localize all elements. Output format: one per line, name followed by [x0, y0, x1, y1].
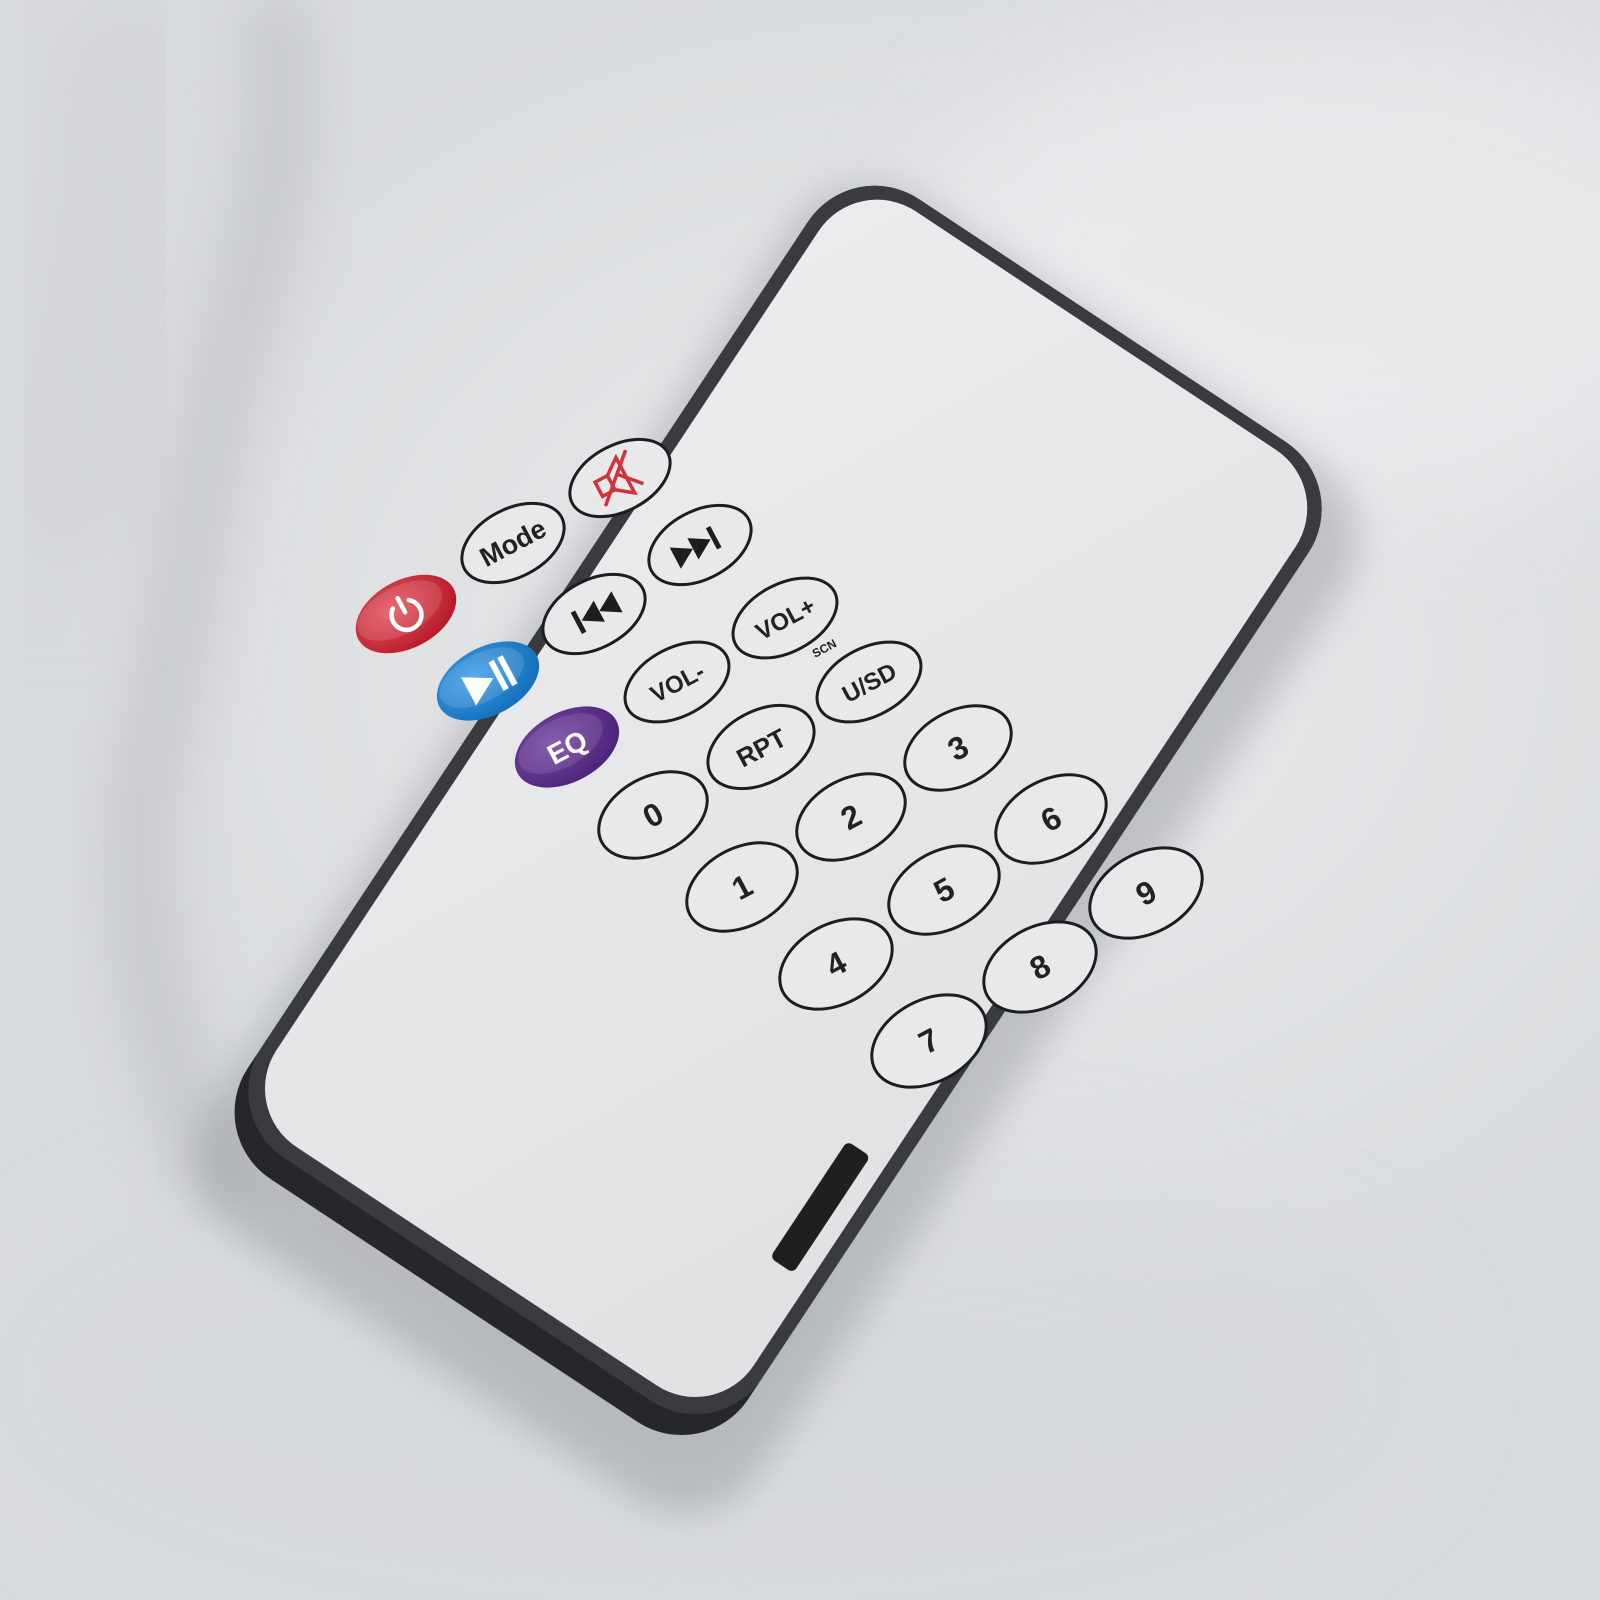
- ir-remote-control: Mode VOL+ VOL- SCN U/SD EQ RPT 3 0 2 6 1…: [0, 0, 1600, 1600]
- remote-illustration: Mode VOL+ VOL- SCN U/SD EQ RPT 3 0 2 6 1…: [193, 184, 1359, 1514]
- power-button[interactable]: [342, 559, 469, 670]
